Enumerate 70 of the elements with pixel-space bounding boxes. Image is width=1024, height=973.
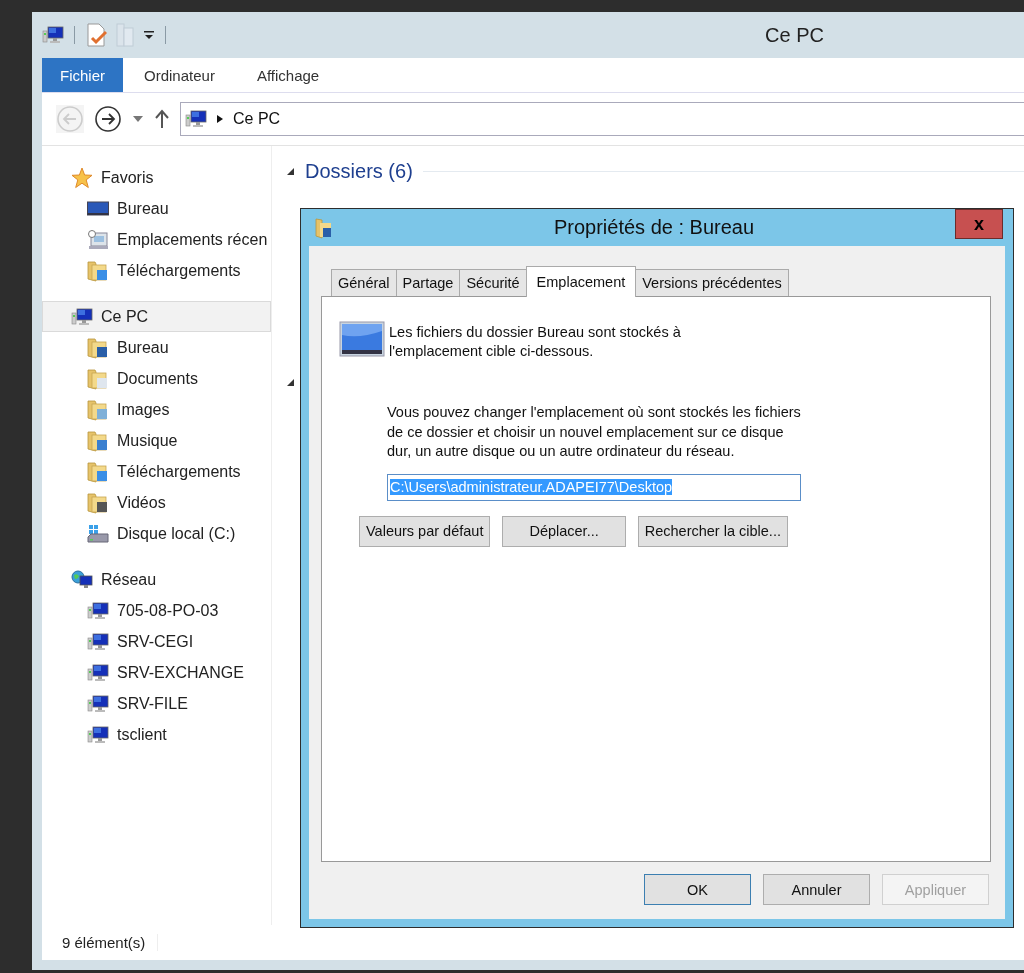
breadcrumb[interactable]: Ce PC xyxy=(233,110,281,128)
sidebar-item[interactable]: Ce PC xyxy=(42,301,271,332)
sidebar-item[interactable]: tsclient xyxy=(42,719,271,750)
computer-icon xyxy=(185,110,207,128)
collapse-icon[interactable] xyxy=(286,378,295,387)
sidebar-item[interactable]: SRV-EXCHANGE xyxy=(42,657,271,688)
folder-icon xyxy=(87,336,109,359)
sidebar-item[interactable]: Documents xyxy=(42,363,271,394)
address-bar[interactable]: Ce PC xyxy=(180,102,1024,136)
dialog-tab[interactable]: Sécurité xyxy=(459,269,527,296)
properties-icon[interactable] xyxy=(85,23,107,47)
description-text: Vous pouvez changer l'emplacement où sont stockés les fichiers de ce dossier et choisir un nouvel emplacement sur ce disque dur, un autre disque ou un autre ordinateur du réseau. xyxy=(387,403,802,461)
folder-icon xyxy=(87,460,109,483)
computer-icon xyxy=(87,601,109,620)
sidebar-item[interactable]: Disque local (C:) xyxy=(42,518,271,549)
dialog-title: Propriétés de : Bureau xyxy=(552,216,756,239)
action-button[interactable]: Rechercher la cible... xyxy=(637,515,788,547)
computer-icon xyxy=(87,632,109,651)
action-button[interactable]: Valeurs par défaut xyxy=(359,515,491,547)
dialog-button[interactable]: Annuler xyxy=(763,874,870,905)
folder-icon xyxy=(87,259,109,282)
computer-icon xyxy=(87,694,109,713)
desktop-icon xyxy=(339,321,385,357)
sidebar-item[interactable]: Musique xyxy=(42,425,271,456)
ribbon-tab[interactable]: Ordinateur xyxy=(123,58,236,92)
recent-places-icon xyxy=(87,229,109,250)
group-header[interactable]: Dossiers (6) xyxy=(305,160,413,183)
folder-icon xyxy=(87,429,109,452)
desktop-icon xyxy=(87,199,109,218)
collapse-icon[interactable] xyxy=(286,167,295,176)
close-button[interactable]: x xyxy=(955,209,1003,239)
item-count: 9 élément(s) xyxy=(62,934,159,951)
star-icon xyxy=(71,166,93,189)
sidebar-item[interactable]: Bureau xyxy=(42,193,271,224)
customize-dropdown-icon[interactable] xyxy=(143,29,155,41)
folder-icon xyxy=(87,398,109,421)
action-button[interactable]: Déplacer... xyxy=(502,515,626,547)
forward-button[interactable] xyxy=(94,105,122,133)
sidebar-item[interactable]: Réseau xyxy=(42,564,271,595)
sidebar-item[interactable]: Images xyxy=(42,394,271,425)
drive-icon xyxy=(87,522,109,545)
computer-icon xyxy=(87,725,109,744)
sidebar-item[interactable]: Favoris xyxy=(42,162,271,193)
folder-icon xyxy=(87,367,109,390)
sidebar-item[interactable]: Vidéos xyxy=(42,487,271,518)
chevron-icon[interactable] xyxy=(216,114,224,124)
up-arrow-icon[interactable] xyxy=(154,109,170,129)
dialog-tab[interactable]: Emplacement xyxy=(525,266,637,297)
computer-icon xyxy=(42,26,64,44)
folder-icon xyxy=(315,216,333,239)
sidebar-item[interactable]: SRV-FILE xyxy=(42,688,271,719)
computer-icon xyxy=(87,663,109,682)
computer-icon xyxy=(71,307,93,326)
dialog-tab[interactable]: Partage xyxy=(395,269,461,296)
dialog-button[interactable]: OK xyxy=(644,874,751,905)
window-title: Ce PC xyxy=(765,23,824,47)
network-icon xyxy=(71,569,93,590)
sidebar-item[interactable]: SRV-CEGI xyxy=(42,626,271,657)
sidebar-item[interactable]: 705-08-PO-03 xyxy=(42,595,271,626)
ribbon-tab[interactable]: Fichier xyxy=(42,58,123,92)
ribbon-tab[interactable]: Affichage xyxy=(235,58,341,92)
dialog-tab[interactable]: Général xyxy=(331,269,397,296)
sidebar-item[interactable]: Téléchargements xyxy=(42,456,271,487)
sidebar-item[interactable]: Bureau xyxy=(42,332,271,363)
dialog-tab[interactable]: Versions précédentes xyxy=(635,269,789,296)
folder-icon xyxy=(87,491,109,514)
sidebar-item[interactable]: Emplacements récen xyxy=(42,224,271,255)
history-dropdown-icon[interactable] xyxy=(132,115,144,123)
info-text: Les fichiers du dossier Bureau sont stockés à l'emplacement cible ci-dessous. xyxy=(389,323,682,361)
sidebar-item[interactable]: Téléchargements xyxy=(42,255,271,286)
